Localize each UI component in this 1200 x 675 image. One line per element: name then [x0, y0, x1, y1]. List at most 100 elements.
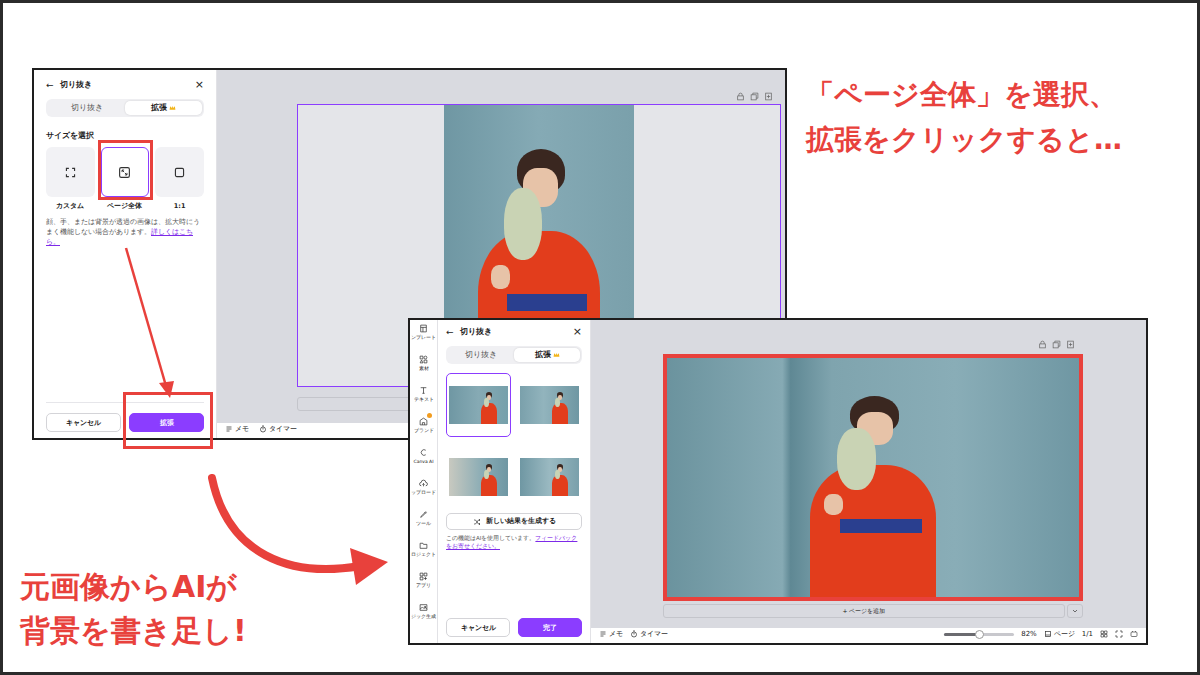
zoom-slider[interactable] — [944, 633, 1014, 636]
upload-icon — [419, 479, 428, 488]
result-thumbnail[interactable] — [517, 445, 582, 501]
size-option[interactable]: ページ全体 — [101, 147, 150, 211]
thumbnail-photo — [520, 458, 579, 496]
thumbnail-photo — [520, 386, 579, 424]
caption-line: 背景を書き足し! — [20, 609, 247, 653]
generate-button[interactable]: 新しい結果を生成する — [446, 513, 582, 530]
caption-line: 元画像からAIが — [20, 565, 247, 609]
red-highlight — [123, 392, 213, 450]
grid-view-icon[interactable] — [1100, 630, 1108, 638]
rail-item[interactable]: ツール — [416, 510, 431, 539]
size-option[interactable]: カスタム — [46, 147, 95, 211]
button-row: キャンセル拡張 — [46, 402, 204, 433]
rail-item[interactable]: Canva AI — [413, 448, 433, 477]
portrait-figure — [550, 392, 571, 424]
back-button[interactable]: ← — [46, 80, 54, 90]
tab[interactable]: 拡張 — [125, 101, 202, 115]
tab[interactable]: 切り抜き — [48, 101, 125, 115]
tab[interactable]: 拡張 — [514, 348, 580, 362]
close-button[interactable]: × — [573, 325, 582, 338]
rail-item[interactable]: ロジェクト — [411, 541, 436, 570]
notes-button[interactable]: メモ — [225, 424, 249, 434]
zoom-knob[interactable] — [975, 630, 984, 639]
crown-icon — [553, 352, 560, 358]
rail-item[interactable]: ジック生成 — [411, 603, 436, 632]
panel-button[interactable]: 完了 — [518, 618, 582, 637]
duplicate-icon[interactable] — [750, 92, 759, 101]
fill-page-icon — [118, 166, 131, 179]
expanded-photo[interactable] — [663, 354, 1083, 601]
pages-button[interactable]: ページ — [1044, 629, 1075, 639]
help-link[interactable]: 詳しくはこちら。 — [46, 228, 193, 246]
add-page-row: + ページを追加 — [663, 604, 1083, 618]
rail-item[interactable]: ブランド — [414, 417, 434, 446]
instruction-caption: 「ページ全体」を選択、拡張をクリックすると… — [806, 73, 1122, 163]
ai-icon — [419, 448, 428, 457]
rail-label: ンプレート — [411, 335, 436, 340]
tools-icon — [419, 510, 428, 519]
badge-dot — [427, 413, 432, 418]
page-tools — [663, 340, 1075, 349]
option-card[interactable] — [101, 147, 150, 197]
back-button[interactable]: ← — [446, 327, 454, 337]
zoom-fill — [944, 633, 979, 636]
panel-button[interactable]: キャンセル — [446, 618, 510, 637]
rail-item[interactable]: ンプレート — [411, 324, 436, 353]
result-thumbnail[interactable] — [446, 373, 511, 437]
size-option[interactable]: 1:1 — [155, 147, 204, 211]
rail-item[interactable]: アプリ — [416, 572, 431, 601]
duplicate-icon[interactable] — [1052, 340, 1061, 349]
text-icon — [419, 386, 428, 395]
rail-label: Canva AI — [413, 459, 433, 464]
notes-icon — [225, 425, 233, 433]
result-caption: 元画像からAIが背景を書き足し! — [20, 565, 247, 652]
rail-item[interactable]: 素材 — [419, 355, 429, 384]
help-icon[interactable] — [1130, 630, 1138, 638]
rail-label: ップロード — [411, 490, 436, 495]
option-label: 1:1 — [174, 202, 186, 210]
timer-button[interactable]: タイマー — [630, 629, 668, 639]
zoom-reading: 82% — [1021, 630, 1037, 638]
feedback-link[interactable]: フィードバックをお寄せください。 — [446, 535, 577, 549]
result-thumbnail[interactable] — [446, 445, 511, 501]
rail-item[interactable]: ップロード — [411, 479, 436, 508]
tab-bar: 切り抜き拡張 — [446, 346, 582, 364]
rail-item[interactable]: テキスト — [414, 386, 434, 415]
thumbnail-photo — [449, 386, 508, 424]
notes-icon — [599, 630, 607, 638]
bottom-toolbar: メモタイマー 82% ページ 1/1 — [591, 628, 1146, 643]
red-highlight — [98, 140, 154, 200]
canvas-area: + ページを追加メモタイマー 82% ページ 1/1 — [591, 320, 1146, 643]
panel-button[interactable]: キャンセル — [46, 413, 121, 432]
crown-icon — [169, 105, 176, 111]
curved-arrow-icon — [212, 478, 388, 585]
button-row: キャンセル完了 — [446, 608, 582, 638]
page-count: 1/1 — [1082, 630, 1093, 638]
result-thumbnail[interactable] — [517, 373, 582, 437]
tab[interactable]: 切り抜き — [448, 348, 514, 362]
portrait-figure — [791, 391, 956, 597]
elements-icon — [419, 355, 428, 364]
lock-icon[interactable] — [736, 92, 745, 101]
add-page-button[interactable]: + ページを追加 — [663, 604, 1065, 618]
option-card[interactable] — [46, 147, 95, 197]
panel-button[interactable]: 拡張 — [129, 413, 204, 432]
lock-icon[interactable] — [1038, 340, 1047, 349]
timer-button[interactable]: タイマー — [259, 424, 297, 434]
apps-icon — [419, 572, 428, 581]
add-page-menu[interactable] — [1067, 604, 1083, 618]
tab-bar: 切り抜き拡張 — [46, 99, 204, 117]
fullscreen-icon[interactable] — [1115, 630, 1123, 638]
page-tools — [297, 92, 773, 101]
notes-button[interactable]: メモ — [599, 629, 623, 639]
side-rail: ンプレート素材テキストブランド Canva AI ップロードツールロジェクトアプリジ… — [410, 320, 438, 643]
close-button[interactable]: × — [195, 78, 204, 91]
magic-icon — [419, 603, 428, 612]
option-card[interactable] — [155, 147, 204, 197]
straight-arrow-icon — [126, 248, 174, 398]
rail-label: アプリ — [416, 583, 431, 588]
add-page-icon[interactable] — [764, 92, 773, 101]
add-page-icon[interactable] — [1066, 340, 1075, 349]
size-options: カスタムページ全体 1:1 — [46, 147, 204, 211]
square-icon — [173, 166, 186, 179]
